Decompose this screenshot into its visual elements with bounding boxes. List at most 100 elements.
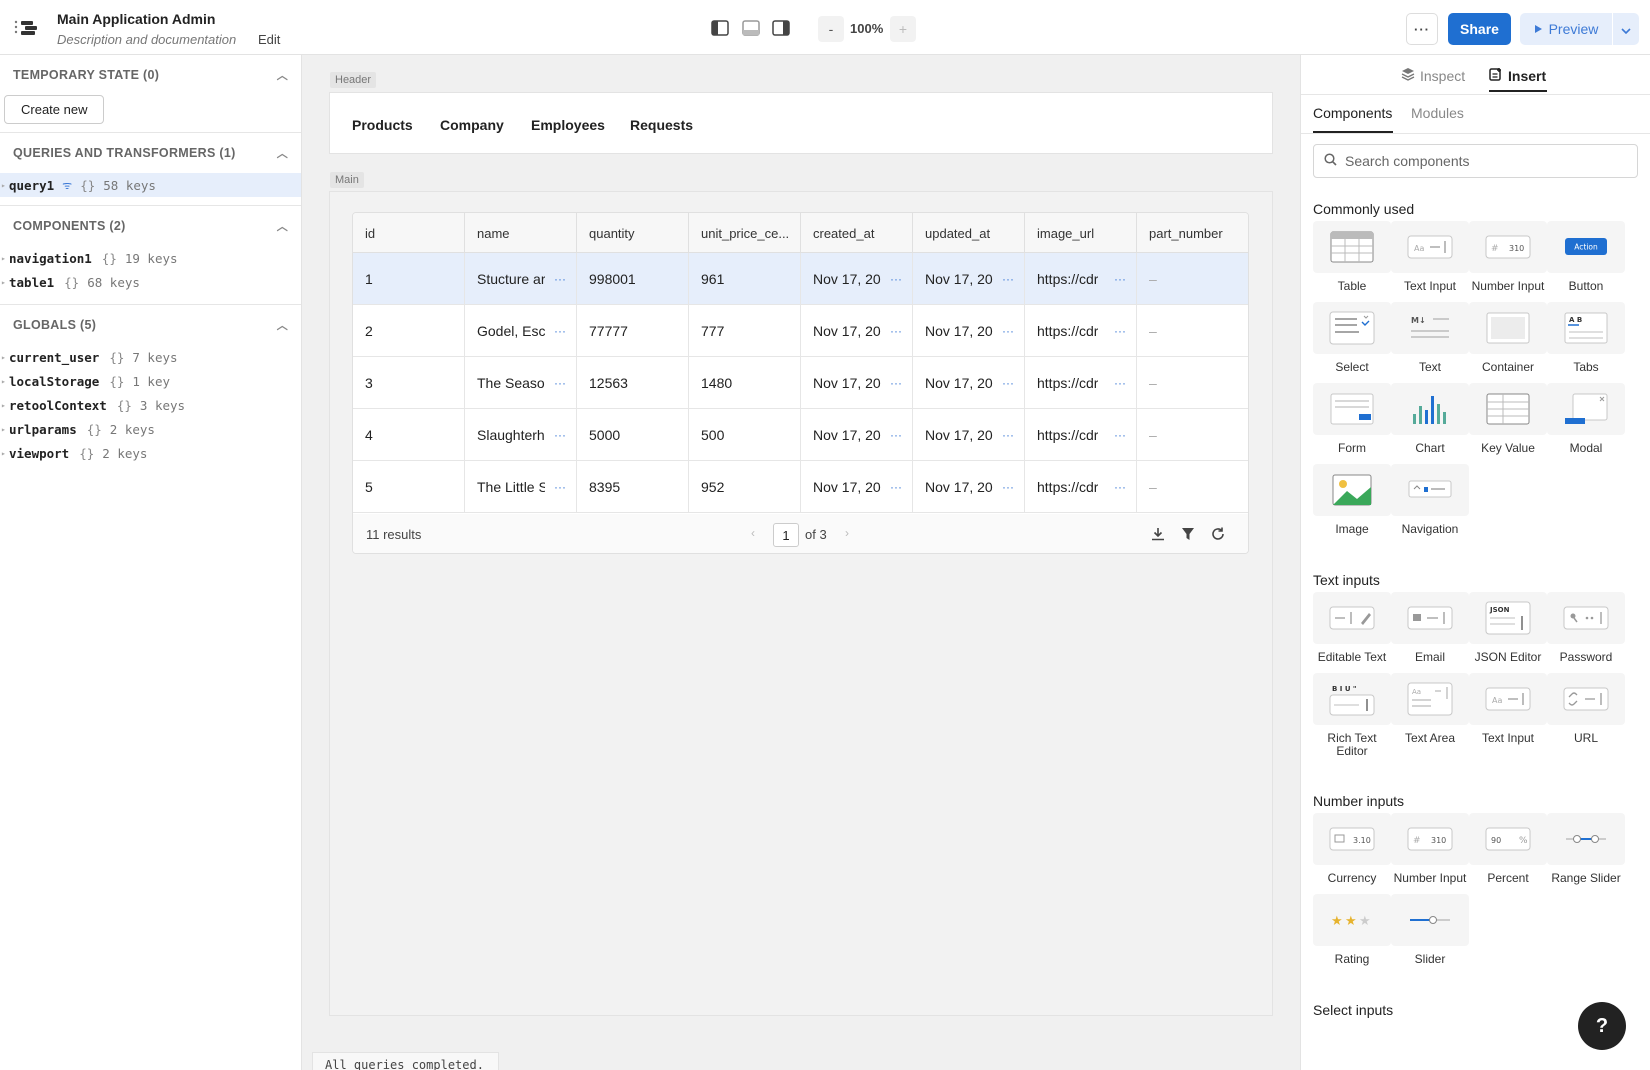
table-cell[interactable]: Nov 17, 20 ··· bbox=[913, 357, 1025, 409]
global-item[interactable]: ▸ current_user {} 7 keys bbox=[0, 345, 301, 369]
table-cell[interactable]: Nov 17, 20 ··· bbox=[913, 305, 1025, 357]
data-table[interactable]: id name quantity unit_price_ce... create… bbox=[352, 212, 1249, 554]
nav-item-products[interactable]: Products bbox=[352, 117, 413, 133]
cell-menu-icon[interactable]: ··· bbox=[1114, 480, 1126, 494]
refresh-icon[interactable] bbox=[1209, 525, 1227, 543]
table-cell[interactable]: – bbox=[1137, 357, 1248, 409]
main-frame-tag[interactable]: Main bbox=[330, 172, 364, 188]
table-cell[interactable]: Godel, Esc ··· bbox=[465, 305, 577, 357]
table-cell[interactable]: – bbox=[1137, 305, 1248, 357]
share-button[interactable]: Share bbox=[1448, 13, 1511, 45]
component-item[interactable]: ▸ table1 {} 68 keys bbox=[0, 270, 301, 294]
preview-button[interactable]: Preview bbox=[1520, 13, 1612, 45]
cell-menu-icon[interactable]: ··· bbox=[554, 324, 566, 338]
cell-menu-icon[interactable]: ··· bbox=[554, 428, 566, 442]
toggle-bottom-panel-icon[interactable] bbox=[740, 18, 762, 38]
chevron-up-icon[interactable]: ︿ bbox=[277, 145, 288, 161]
component-tile-editable-text[interactable]: Editable Text bbox=[1313, 592, 1391, 664]
table-cell[interactable]: 77777 bbox=[577, 305, 689, 357]
component-tile-rating[interactable]: ★ ★ ★ Rating bbox=[1313, 894, 1391, 966]
component-tile-image[interactable]: Image bbox=[1313, 464, 1391, 536]
component-tile-number-input[interactable]: #310 Number Input bbox=[1469, 221, 1547, 293]
table-cell[interactable]: Nov 17, 20 ··· bbox=[801, 357, 913, 409]
app-title[interactable]: Main Application Admin bbox=[57, 11, 215, 27]
component-tile-text-input[interactable]: Aa Text Input bbox=[1469, 673, 1547, 745]
caret-right-icon[interactable]: ▸ bbox=[1, 401, 6, 410]
table-cell[interactable]: Stucture ar ··· bbox=[465, 253, 577, 305]
cell-menu-icon[interactable]: ··· bbox=[1002, 376, 1014, 390]
cell-menu-icon[interactable]: ··· bbox=[554, 376, 566, 390]
cell-menu-icon[interactable]: ··· bbox=[890, 272, 902, 286]
globals-header[interactable]: GLOBALS (5) ︿ bbox=[0, 305, 301, 345]
global-item[interactable]: ▸ viewport {} 2 keys bbox=[0, 441, 301, 465]
cell-menu-icon[interactable]: ··· bbox=[1114, 428, 1126, 442]
column-header[interactable]: created_at bbox=[801, 213, 913, 253]
cell-menu-icon[interactable]: ··· bbox=[890, 324, 902, 338]
table-cell[interactable]: 1480 bbox=[689, 357, 801, 409]
tab-inspect[interactable]: Inspect bbox=[1401, 67, 1465, 84]
table-cell[interactable]: The Seaso ··· bbox=[465, 357, 577, 409]
component-tile-slider[interactable]: Slider bbox=[1391, 894, 1469, 966]
nav-item-company[interactable]: Company bbox=[440, 117, 504, 133]
cell-menu-icon[interactable]: ··· bbox=[1114, 272, 1126, 286]
more-options-button[interactable]: ··· bbox=[1406, 13, 1438, 45]
component-tile-currency[interactable]: 3.10 Currency bbox=[1313, 813, 1391, 885]
search-input[interactable] bbox=[1345, 153, 1625, 169]
zoom-out-button[interactable]: - bbox=[818, 16, 844, 42]
component-tile-chart[interactable]: Chart bbox=[1391, 383, 1469, 455]
component-tile-table[interactable]: Table bbox=[1313, 221, 1391, 293]
component-tile-select[interactable]: Select bbox=[1313, 302, 1391, 374]
table-cell[interactable]: Nov 17, 20 ··· bbox=[801, 461, 913, 513]
table-cell[interactable]: https://cdr ··· bbox=[1025, 409, 1137, 461]
caret-right-icon[interactable]: ▸ bbox=[1, 449, 6, 458]
component-tile-text-input[interactable]: Aa Text Input bbox=[1391, 221, 1469, 293]
subtab-modules[interactable]: Modules bbox=[1411, 105, 1464, 121]
table-cell[interactable]: – bbox=[1137, 409, 1248, 461]
table-cell[interactable]: https://cdr ··· bbox=[1025, 461, 1137, 513]
toggle-left-panel-icon[interactable] bbox=[709, 18, 731, 38]
column-header[interactable]: quantity bbox=[577, 213, 689, 253]
table-cell[interactable]: Nov 17, 20 ··· bbox=[913, 253, 1025, 305]
cell-menu-icon[interactable]: ··· bbox=[890, 480, 902, 494]
table-cell[interactable]: – bbox=[1137, 461, 1248, 513]
header-frame[interactable]: Products Company Employees Requests bbox=[329, 92, 1273, 154]
table-cell[interactable]: Nov 17, 20 ··· bbox=[801, 305, 913, 357]
table-cell[interactable]: 777 bbox=[689, 305, 801, 357]
caret-right-icon[interactable]: ▸ bbox=[1, 353, 6, 362]
table-cell[interactable]: 961 bbox=[689, 253, 801, 305]
tab-insert[interactable]: Insert bbox=[1489, 67, 1546, 84]
nav-item-requests[interactable]: Requests bbox=[630, 117, 693, 133]
app-description[interactable]: Description and documentation bbox=[57, 32, 236, 47]
app-menu-icon[interactable] bbox=[14, 16, 40, 40]
global-item[interactable]: ▸ urlparams {} 2 keys bbox=[0, 417, 301, 441]
chevron-right-icon[interactable]: › bbox=[845, 526, 849, 540]
caret-right-icon[interactable]: ▸ bbox=[1, 254, 6, 263]
create-new-button[interactable]: Create new bbox=[4, 95, 105, 124]
column-header[interactable]: image_url bbox=[1025, 213, 1137, 253]
component-tile-text-area[interactable]: Aa Text Area bbox=[1391, 673, 1469, 745]
component-tile-password[interactable]: Password bbox=[1547, 592, 1625, 664]
chevron-up-icon[interactable]: ︿ bbox=[277, 67, 288, 83]
component-item[interactable]: ▸ navigation1 {} 19 keys bbox=[0, 246, 301, 270]
table-cell[interactable]: https://cdr ··· bbox=[1025, 357, 1137, 409]
queries-header[interactable]: QUERIES AND TRANSFORMERS (1) ︿ bbox=[0, 133, 301, 173]
caret-right-icon[interactable]: ▸ bbox=[1, 425, 6, 434]
component-search[interactable] bbox=[1313, 144, 1638, 178]
table-cell[interactable]: 998001 bbox=[577, 253, 689, 305]
cell-menu-icon[interactable]: ··· bbox=[1002, 324, 1014, 338]
table-cell[interactable]: 8395 bbox=[577, 461, 689, 513]
table-cell[interactable]: The Little S ··· bbox=[465, 461, 577, 513]
table-cell[interactable]: Nov 17, 20 ··· bbox=[913, 409, 1025, 461]
cell-menu-icon[interactable]: ··· bbox=[1002, 480, 1014, 494]
cell-menu-icon[interactable]: ··· bbox=[554, 272, 566, 286]
cell-menu-icon[interactable]: ··· bbox=[1002, 428, 1014, 442]
table-row[interactable]: 5 The Little S ··· 8395 952 Nov 17, 20 ··· Nov … bbox=[353, 461, 1248, 513]
component-tile-percent[interactable]: 90% Percent bbox=[1469, 813, 1547, 885]
cell-menu-icon[interactable]: ··· bbox=[1114, 376, 1126, 390]
help-button[interactable]: ? bbox=[1578, 1002, 1626, 1050]
table-cell[interactable]: Nov 17, 20 ··· bbox=[801, 409, 913, 461]
component-tile-key-value[interactable]: Key Value bbox=[1469, 383, 1547, 455]
component-tile-number-input[interactable]: #310 Number Input bbox=[1391, 813, 1469, 885]
cell-menu-icon[interactable]: ··· bbox=[554, 480, 566, 494]
table-cell[interactable]: https://cdr ··· bbox=[1025, 305, 1137, 357]
